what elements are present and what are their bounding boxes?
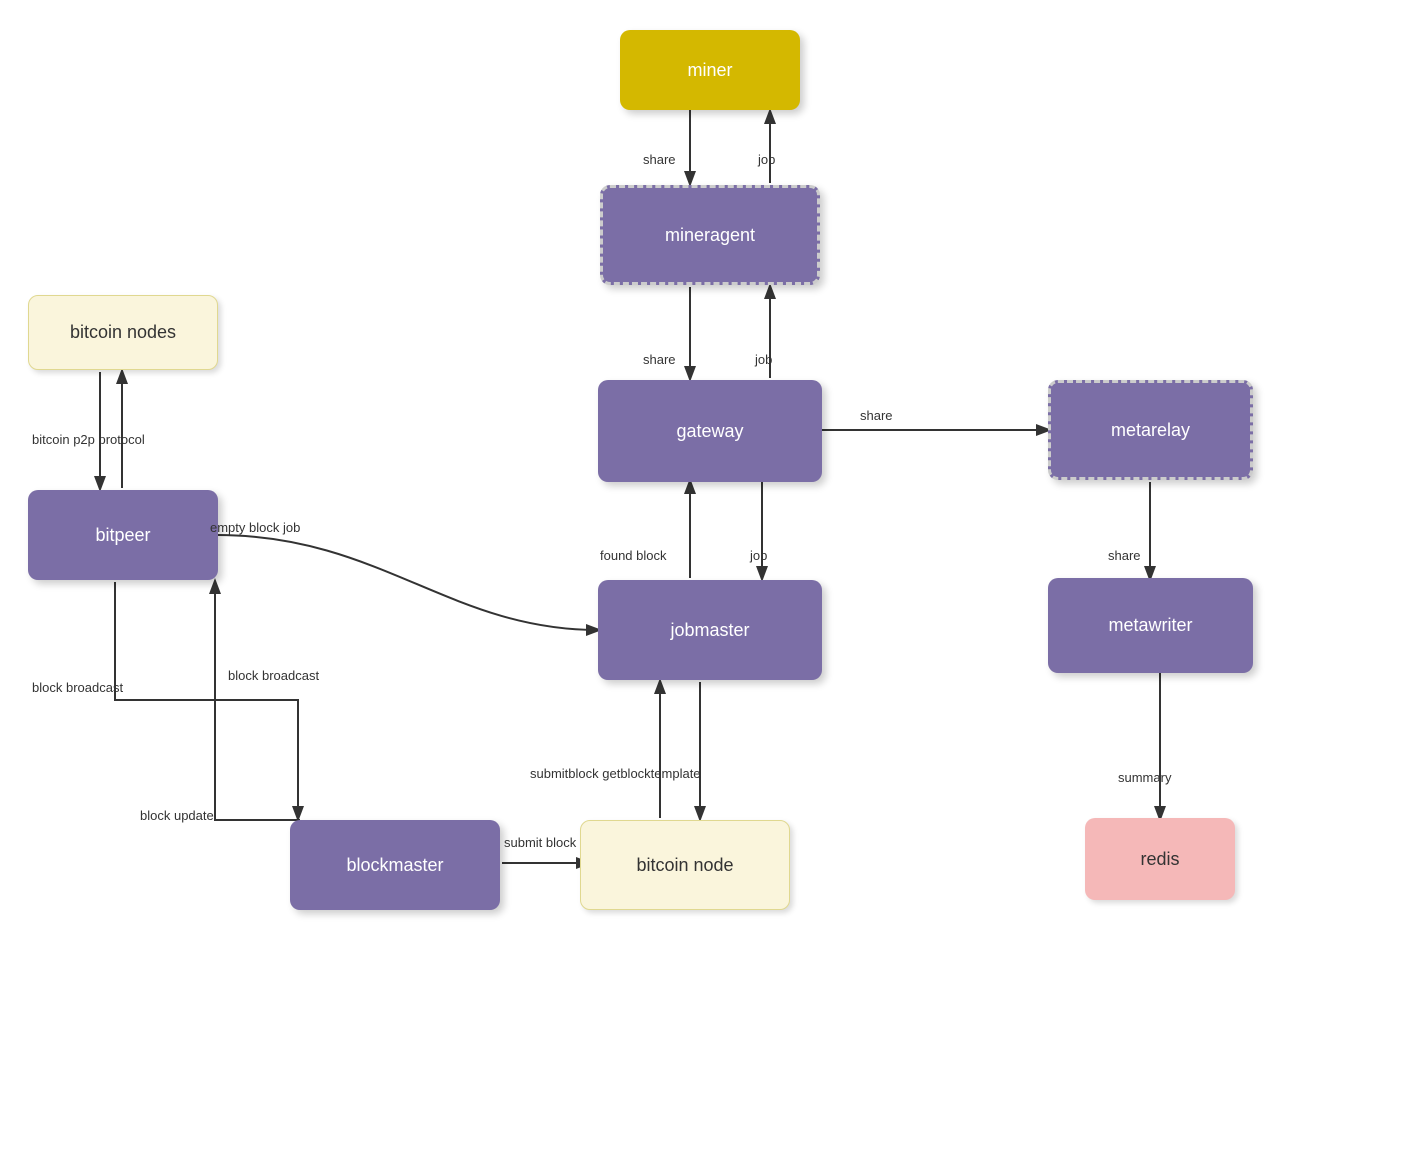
label-found-block: found block bbox=[600, 548, 667, 563]
label-submit-block: submit block bbox=[504, 835, 576, 850]
metarelay-node: metarelay bbox=[1048, 380, 1253, 480]
label-share-mid: share bbox=[643, 352, 676, 367]
label-job-gateway: job bbox=[750, 548, 767, 563]
label-summary: summary bbox=[1118, 770, 1171, 785]
jobmaster-node: jobmaster bbox=[598, 580, 822, 680]
label-block-broadcast-right: block broadcast bbox=[32, 680, 123, 695]
bitcoin-node-single: bitcoin node bbox=[580, 820, 790, 910]
architecture-diagram: miner mineragent gateway jobmaster block… bbox=[0, 0, 1416, 1150]
label-share-meta: share bbox=[1108, 548, 1141, 563]
label-share-top: share bbox=[643, 152, 676, 167]
label-share-gateway: share bbox=[860, 408, 893, 423]
gateway-node: gateway bbox=[598, 380, 822, 482]
miner-node: miner bbox=[620, 30, 800, 110]
mineragent-node: mineragent bbox=[600, 185, 820, 285]
label-job-mid: job bbox=[755, 352, 772, 367]
label-submitblock-gbt: submitblock getblocktemplate bbox=[530, 766, 701, 781]
label-block-update: block update bbox=[140, 808, 214, 823]
bitpeer-node: bitpeer bbox=[28, 490, 218, 580]
label-block-broadcast-left: block broadcast bbox=[228, 668, 319, 683]
bitcoin-nodes-node: bitcoin nodes bbox=[28, 295, 218, 370]
blockmaster-node: blockmaster bbox=[290, 820, 500, 910]
metawriter-node: metawriter bbox=[1048, 578, 1253, 673]
redis-node: redis bbox=[1085, 818, 1235, 900]
label-job-top: job bbox=[758, 152, 775, 167]
label-bitcoin-p2p: bitcoin p2p protocol bbox=[32, 432, 145, 447]
label-empty-block-job: empty block job bbox=[210, 520, 300, 535]
